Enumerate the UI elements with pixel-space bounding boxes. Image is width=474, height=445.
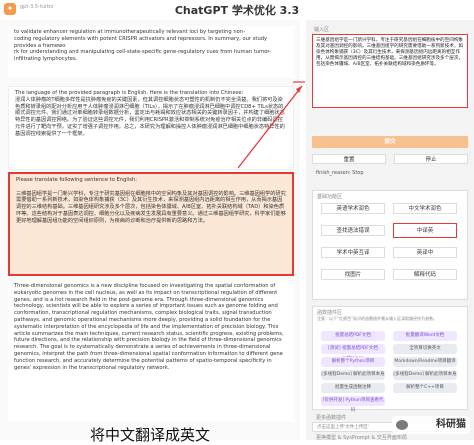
chat-message: to validate enhancer regulation at immun… (8, 26, 294, 78)
submit-button[interactable]: 提交 (312, 136, 468, 148)
watermark: 科研猫 (392, 416, 470, 434)
grammar-check-button[interactable]: 查找语法错误 (321, 225, 385, 236)
control-panel: 输入区 三维基因组学是一门新兴学科，专注于研究基因组在细胞核中的空间构象及其对基… (306, 20, 474, 441)
zh-to-en-button[interactable]: 中译英 (393, 223, 457, 238)
plugin-button[interactable]: 解析整个Python项目 (321, 357, 385, 367)
en-to-zh-button[interactable]: 英译中 (393, 247, 457, 258)
plugin-button[interactable]: [仅供开发] Python项目查看代码 (321, 396, 385, 413)
basic-functions-panel: 基础功能区 英语学术润色 中文学术润色 查找语法错误 中译英 学术中英互译 英译… (312, 190, 468, 300)
plugin-button[interactable]: Markdown/Readme项目翻译 (393, 357, 457, 367)
input-label: 输入区 (314, 27, 330, 33)
stop-button[interactable]: 停止 (394, 154, 468, 164)
plugin-button[interactable]: [多线程Demo] 解析此项目本身 (321, 370, 385, 380)
chat-panel[interactable]: to validate enhancer regulation at immun… (0, 20, 300, 444)
zh-en-mutual-button[interactable]: 学术中英互译 (321, 247, 385, 258)
basic-label: 基础功能区 (317, 194, 343, 200)
chat-message: The language of the provided paragraph i… (8, 86, 294, 170)
plugin-button[interactable]: [多线程Demo] 解析此项目本身 (393, 370, 457, 380)
plugin-panel: 函数插件区 注意：以下“红颜色”标识的函数插件需从输入区读取路径作为参数。 批量… (312, 306, 468, 413)
wechat-icon (396, 420, 408, 430)
title-bar: ✦ gpt-3.5-turbo ChatGPT 学术优化 3.3 (0, 0, 474, 20)
plugin-note: 注意：以下“红颜色”标识的函数插件需从输入区读取路径作为参数。 (317, 316, 438, 321)
reset-button[interactable]: 重置 (312, 154, 386, 164)
plugin-button[interactable]: 批量生成函数注释 (321, 383, 385, 393)
plugin-button[interactable]: 批量翻译Word文档 (393, 331, 457, 341)
plugin-button[interactable]: 批量总结PDF文档 (321, 331, 385, 341)
polish-chinese-button[interactable]: 中文学术润色 (393, 203, 457, 214)
find-image-button[interactable]: 找图片 (321, 269, 385, 280)
status-text: finish_reason: Stop (316, 170, 364, 176)
more-plugins-label[interactable]: 更多函数插件 (316, 414, 346, 421)
input-textarea[interactable]: 三维基因组学是一门新兴学科，专注于研究基因组在细胞核中的空间构象及其对基因调控的… (312, 34, 468, 108)
plugin-label: 函数插件区 (317, 310, 343, 316)
watermark-text: 科研猫 (436, 419, 466, 430)
polish-english-button[interactable]: 英语学术润色 (321, 203, 385, 214)
plugin-button[interactable]: [测试] 批量总结PDF文档pdfminer (321, 344, 385, 361)
plugin-button[interactable]: 全项目切换英文 (393, 344, 457, 354)
app-title: ChatGPT 学术优化 3.3 (174, 4, 300, 17)
chat-message-user: Please translate following sentence to E… (8, 172, 294, 276)
explain-code-button[interactable]: 解释代码 (393, 269, 457, 280)
chat-message: Three-dimensional genomics is a new disc… (8, 280, 294, 422)
plugin-button[interactable]: 解析整个C++项目 (393, 383, 457, 393)
annotation-caption: 将中文翻译成英文 (90, 426, 211, 444)
